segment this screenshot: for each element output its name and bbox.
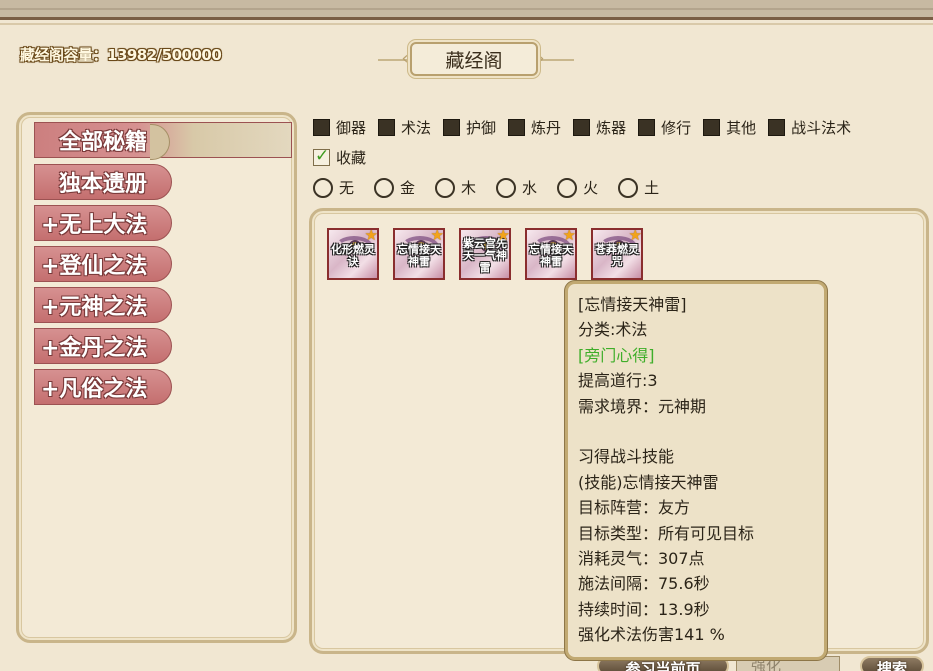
tooltip-grade: [旁门心得] <box>578 345 655 365</box>
favorite-star-icon: ★ <box>562 228 576 244</box>
filter-label: 护御 <box>466 119 497 137</box>
tooltip-target-camp: 目标阵营：友方 <box>578 498 691 518</box>
tooltip-category: 分类:术法 <box>578 320 648 340</box>
element-metal[interactable]: 金 <box>374 177 415 198</box>
tooltip-required-realm: 需求境界：元神期 <box>578 396 707 416</box>
favorite-star-icon: ★ <box>430 228 444 244</box>
book-slot[interactable]: 化形燃灵诀 ★ <box>327 228 379 280</box>
book-name: 忘情接天神雷 <box>529 243 573 268</box>
tooltip-skill-name: (技能)忘情接天神雷 <box>578 472 719 492</box>
category-label: 独本遗册 <box>58 172 147 197</box>
type-filter-row: 御器 术法 护御 炼丹 炼器 修行 其他 战斗法术 <box>313 117 851 138</box>
tooltip-damage-bonus: 强化术法伤害141 % <box>578 625 725 645</box>
filter-favorite[interactable]: 收藏 <box>313 146 367 168</box>
tooltip-book-title: [忘情接天神雷] <box>578 295 687 314</box>
checkbox-icon[interactable] <box>508 119 526 136</box>
tooltip-daoxing: 提高道行:3 <box>578 371 658 391</box>
filter-other[interactable]: 其他 <box>703 117 756 138</box>
tooltip-mana-cost: 消耗灵气：307点 <box>578 548 705 568</box>
element-label: 火 <box>583 179 599 197</box>
element-none[interactable]: 无 <box>313 177 354 198</box>
favorite-star-icon: ★ <box>364 228 378 244</box>
library-capacity: 藏经阁容量：13982/500000 <box>20 46 222 64</box>
filter-huyu[interactable]: 护御 <box>443 117 496 138</box>
category-label: +金丹之法 <box>41 336 148 361</box>
favorite-star-icon: ★ <box>628 228 642 244</box>
checkmark-icon[interactable] <box>313 146 330 166</box>
tooltip-spacer <box>578 419 814 444</box>
radio-icon[interactable] <box>435 177 456 198</box>
book-name: 化形燃灵诀 <box>331 243 375 268</box>
window-title-text: 藏经阁 <box>445 49 503 72</box>
element-water[interactable]: 水 <box>496 177 537 198</box>
favorite-filter-row: 收藏 <box>313 146 378 168</box>
element-earth[interactable]: 土 <box>618 177 659 198</box>
category-label: +登仙之法 <box>41 254 148 279</box>
filter-liandan[interactable]: 炼丹 <box>508 117 561 138</box>
book-slot[interactable]: 忘情接天神雷 ★ <box>525 228 577 280</box>
category-label: +凡俗之法 <box>41 377 148 402</box>
element-label: 土 <box>644 179 660 197</box>
checkbox-icon[interactable] <box>313 119 330 136</box>
filter-shufa[interactable]: 术法 <box>378 117 431 138</box>
element-label: 木 <box>461 179 477 197</box>
tooltip-cast-interval: 施法间隔：75.6秒 <box>578 574 710 594</box>
category-spirit-methods[interactable]: +元神之法 <box>34 287 172 323</box>
checkbox-icon[interactable] <box>638 119 656 136</box>
element-label: 无 <box>339 179 355 197</box>
element-wood[interactable]: 木 <box>435 177 476 198</box>
tooltip-target-type: 目标类型：所有可见目标 <box>578 523 755 543</box>
filter-label: 战斗法术 <box>791 119 852 137</box>
radio-icon[interactable] <box>313 177 333 198</box>
filter-label: 术法 <box>401 119 432 137</box>
filter-label: 炼丹 <box>531 119 562 137</box>
checkbox-icon[interactable] <box>573 119 591 136</box>
filter-label: 收藏 <box>336 149 367 167</box>
element-label: 金 <box>400 179 416 197</box>
filter-combat-spells[interactable]: 战斗法术 <box>768 117 851 138</box>
radio-icon[interactable] <box>496 177 517 198</box>
radio-icon[interactable] <box>557 177 578 198</box>
category-supreme-methods[interactable]: +无上大法 <box>34 205 172 241</box>
tooltip-duration: 持续时间：13.9秒 <box>578 599 710 619</box>
filter-xiuxing[interactable]: 修行 <box>638 117 691 138</box>
filter-lianqi[interactable]: 炼器 <box>573 117 626 138</box>
top-frame-bar <box>0 0 933 20</box>
category-label: +元神之法 <box>41 295 148 320</box>
book-slot[interactable]: 忘情接天神雷 ★ <box>393 228 445 280</box>
tooltip-skill-header: 习得战斗技能 <box>578 447 675 467</box>
element-filter-row: 无 金 木 水 火 土 <box>313 177 679 198</box>
category-unique-books[interactable]: 独本遗册 <box>34 164 172 200</box>
element-fire[interactable]: 火 <box>557 177 598 198</box>
search-button[interactable]: 搜索 <box>860 656 924 671</box>
filter-label: 御器 <box>336 119 367 137</box>
radio-icon[interactable] <box>618 177 639 198</box>
filter-yuqi[interactable]: 御器 <box>313 117 366 138</box>
element-label: 水 <box>522 179 538 197</box>
book-slot[interactable]: 苍莽燃灵咒 ★ <box>591 228 643 280</box>
checkbox-icon[interactable] <box>443 119 461 136</box>
category-golden-core-methods[interactable]: +金丹之法 <box>34 328 172 364</box>
window-title: 藏经阁 <box>410 42 538 76</box>
category-mortal-methods[interactable]: +凡俗之法 <box>34 369 172 405</box>
category-ascension-methods[interactable]: +登仙之法 <box>34 246 172 282</box>
favorite-star-icon: ★ <box>496 228 510 244</box>
checkbox-icon[interactable] <box>378 119 396 136</box>
checkbox-icon[interactable] <box>768 119 786 136</box>
book-slot[interactable]: 紫云宫先天一气神雷 ★ <box>459 228 511 280</box>
book-name: 忘情接天神雷 <box>397 243 441 268</box>
radio-icon[interactable] <box>374 177 395 198</box>
checkbox-icon[interactable] <box>703 119 721 136</box>
book-name: 苍莽燃灵咒 <box>595 243 639 268</box>
book-tooltip: [忘情接天神雷] 分类:术法 [旁门心得] 提高道行:3 需求境界：元神期 习得… <box>565 281 827 660</box>
filter-label: 炼器 <box>596 119 627 137</box>
category-label: +无上大法 <box>41 213 148 238</box>
filter-label: 其他 <box>726 119 757 137</box>
category-label: 全部秘籍 <box>58 130 147 155</box>
filter-label: 修行 <box>661 119 692 137</box>
